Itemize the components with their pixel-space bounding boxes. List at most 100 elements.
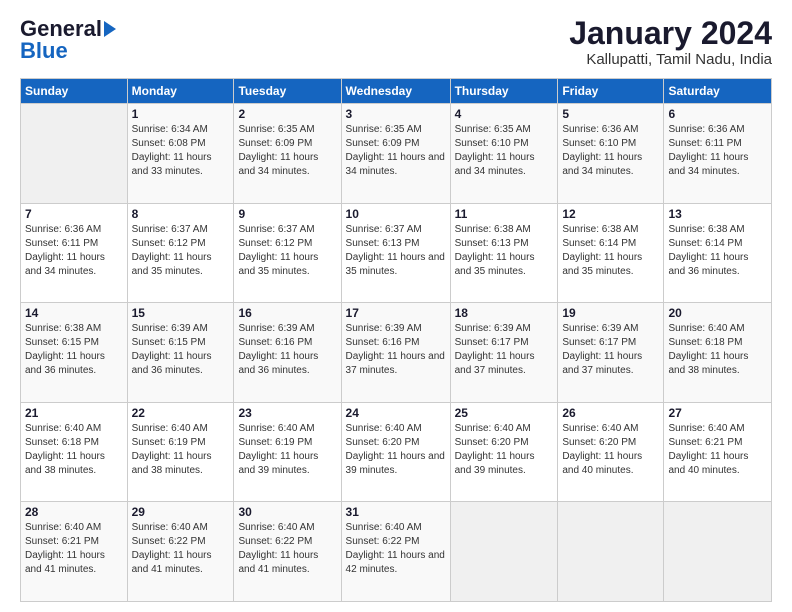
day-number: 26 xyxy=(562,406,659,420)
day-number: 31 xyxy=(346,505,446,519)
day-cell: 8 Sunrise: 6:37 AMSunset: 6:12 PMDaylight… xyxy=(127,203,234,303)
day-number: 18 xyxy=(455,306,554,320)
day-cell: 27 Sunrise: 6:40 AMSunset: 6:21 PMDayligh… xyxy=(664,402,772,502)
header-monday: Monday xyxy=(127,79,234,104)
day-cell: 19 Sunrise: 6:39 AMSunset: 6:17 PMDayligh… xyxy=(558,303,664,403)
day-info: Sunrise: 6:40 AMSunset: 6:21 PMDaylight:… xyxy=(668,422,767,478)
day-cell: 6 Sunrise: 6:36 AMSunset: 6:11 PMDaylight… xyxy=(664,104,772,204)
day-number: 12 xyxy=(562,207,659,221)
day-number: 22 xyxy=(132,406,230,420)
day-number: 29 xyxy=(132,505,230,519)
day-number: 21 xyxy=(25,406,123,420)
day-info: Sunrise: 6:40 AMSunset: 6:21 PMDaylight:… xyxy=(25,521,123,577)
day-cell: 3 Sunrise: 6:35 AMSunset: 6:09 PMDaylight… xyxy=(341,104,450,204)
header-sunday: Sunday xyxy=(21,79,128,104)
day-cell: 17 Sunrise: 6:39 AMSunset: 6:16 PMDayligh… xyxy=(341,303,450,403)
day-cell: 24 Sunrise: 6:40 AMSunset: 6:20 PMDayligh… xyxy=(341,402,450,502)
day-number: 10 xyxy=(346,207,446,221)
day-info: Sunrise: 6:38 AMSunset: 6:14 PMDaylight:… xyxy=(668,223,767,279)
calendar-body: 1 Sunrise: 6:34 AMSunset: 6:08 PMDaylight… xyxy=(21,104,772,602)
day-cell: 14 Sunrise: 6:38 AMSunset: 6:15 PMDayligh… xyxy=(21,303,128,403)
calendar-header: Sunday Monday Tuesday Wednesday Thursday… xyxy=(21,79,772,104)
day-cell: 11Sunrise: 6:38 AMSunset: 6:13 PMDayligh… xyxy=(450,203,558,303)
day-number: 1 xyxy=(132,107,230,121)
day-cell: 18 Sunrise: 6:39 AMSunset: 6:17 PMDayligh… xyxy=(450,303,558,403)
day-cell: 22 Sunrise: 6:40 AMSunset: 6:19 PMDayligh… xyxy=(127,402,234,502)
day-cell: 5Sunrise: 6:36 AMSunset: 6:10 PMDaylight… xyxy=(558,104,664,204)
day-cell: 2Sunrise: 6:35 AMSunset: 6:09 PMDaylight… xyxy=(234,104,341,204)
day-info: Sunrise: 6:38 AMSunset: 6:15 PMDaylight:… xyxy=(25,322,123,378)
day-cell: 30 Sunrise: 6:40 AMSunset: 6:22 PMDayligh… xyxy=(234,502,341,602)
day-number: 23 xyxy=(238,406,336,420)
day-cell: 16 Sunrise: 6:39 AMSunset: 6:16 PMDayligh… xyxy=(234,303,341,403)
day-info: Sunrise: 6:36 AMSunset: 6:10 PMDaylight:… xyxy=(562,123,659,179)
page: General Blue January 2024 Kallupatti, Ta… xyxy=(0,0,792,612)
header: General Blue January 2024 Kallupatti, Ta… xyxy=(20,16,772,68)
subtitle: Kallupatti, Tamil Nadu, India xyxy=(569,51,772,68)
day-number: 24 xyxy=(346,406,446,420)
day-info: Sunrise: 6:40 AMSunset: 6:18 PMDaylight:… xyxy=(668,322,767,378)
day-cell: 29 Sunrise: 6:40 AMSunset: 6:22 PMDayligh… xyxy=(127,502,234,602)
day-cell: 25Sunrise: 6:40 AMSunset: 6:20 PMDayligh… xyxy=(450,402,558,502)
day-info: Sunrise: 6:40 AMSunset: 6:20 PMDaylight:… xyxy=(346,422,446,478)
day-number: 16 xyxy=(238,306,336,320)
day-number: 13 xyxy=(668,207,767,221)
day-info: Sunrise: 6:35 AMSunset: 6:10 PMDaylight:… xyxy=(455,123,554,179)
day-number: 3 xyxy=(346,107,446,121)
calendar-table: Sunday Monday Tuesday Wednesday Thursday… xyxy=(20,78,772,602)
day-number: 14 xyxy=(25,306,123,320)
header-row: Sunday Monday Tuesday Wednesday Thursday… xyxy=(21,79,772,104)
day-info: Sunrise: 6:39 AMSunset: 6:16 PMDaylight:… xyxy=(346,322,446,378)
day-number: 2 xyxy=(238,107,336,121)
day-cell: 13 Sunrise: 6:38 AMSunset: 6:14 PMDayligh… xyxy=(664,203,772,303)
day-info: Sunrise: 6:39 AMSunset: 6:16 PMDaylight:… xyxy=(238,322,336,378)
header-friday: Friday xyxy=(558,79,664,104)
day-info: Sunrise: 6:40 AMSunset: 6:22 PMDaylight:… xyxy=(238,521,336,577)
day-cell xyxy=(664,502,772,602)
day-cell xyxy=(21,104,128,204)
day-info: Sunrise: 6:39 AMSunset: 6:17 PMDaylight:… xyxy=(455,322,554,378)
day-info: Sunrise: 6:38 AMSunset: 6:13 PMDaylight:… xyxy=(455,223,554,279)
day-info: Sunrise: 6:40 AMSunset: 6:19 PMDaylight:… xyxy=(238,422,336,478)
day-info: Sunrise: 6:39 AMSunset: 6:15 PMDaylight:… xyxy=(132,322,230,378)
day-info: Sunrise: 6:34 AMSunset: 6:08 PMDaylight:… xyxy=(132,123,230,179)
week-row-3: 14 Sunrise: 6:38 AMSunset: 6:15 PMDayligh… xyxy=(21,303,772,403)
header-wednesday: Wednesday xyxy=(341,79,450,104)
header-saturday: Saturday xyxy=(664,79,772,104)
day-info: Sunrise: 6:40 AMSunset: 6:22 PMDaylight:… xyxy=(132,521,230,577)
day-cell: 21 Sunrise: 6:40 AMSunset: 6:18 PMDayligh… xyxy=(21,402,128,502)
day-number: 17 xyxy=(346,306,446,320)
day-number: 30 xyxy=(238,505,336,519)
day-info: Sunrise: 6:37 AMSunset: 6:13 PMDaylight:… xyxy=(346,223,446,279)
day-info: Sunrise: 6:35 AMSunset: 6:09 PMDaylight:… xyxy=(346,123,446,179)
day-info: Sunrise: 6:40 AMSunset: 6:20 PMDaylight:… xyxy=(562,422,659,478)
title-block: January 2024 Kallupatti, Tamil Nadu, Ind… xyxy=(569,16,772,68)
logo-blue: Blue xyxy=(20,38,68,64)
day-number: 27 xyxy=(668,406,767,420)
day-info: Sunrise: 6:40 AMSunset: 6:22 PMDaylight:… xyxy=(346,521,446,577)
day-cell: 23 Sunrise: 6:40 AMSunset: 6:19 PMDayligh… xyxy=(234,402,341,502)
day-info: Sunrise: 6:39 AMSunset: 6:17 PMDaylight:… xyxy=(562,322,659,378)
day-number: 6 xyxy=(668,107,767,121)
day-info: Sunrise: 6:37 AMSunset: 6:12 PMDaylight:… xyxy=(132,223,230,279)
day-number: 19 xyxy=(562,306,659,320)
day-cell: 7Sunrise: 6:36 AMSunset: 6:11 PMDaylight… xyxy=(21,203,128,303)
week-row-5: 28Sunrise: 6:40 AMSunset: 6:21 PMDayligh… xyxy=(21,502,772,602)
week-row-1: 1 Sunrise: 6:34 AMSunset: 6:08 PMDaylight… xyxy=(21,104,772,204)
day-cell: 28Sunrise: 6:40 AMSunset: 6:21 PMDayligh… xyxy=(21,502,128,602)
day-info: Sunrise: 6:37 AMSunset: 6:12 PMDaylight:… xyxy=(238,223,336,279)
day-cell xyxy=(558,502,664,602)
week-row-2: 7Sunrise: 6:36 AMSunset: 6:11 PMDaylight… xyxy=(21,203,772,303)
main-title: January 2024 xyxy=(569,16,772,51)
day-number: 8 xyxy=(132,207,230,221)
day-cell: 9 Sunrise: 6:37 AMSunset: 6:12 PMDaylight… xyxy=(234,203,341,303)
day-info: Sunrise: 6:40 AMSunset: 6:19 PMDaylight:… xyxy=(132,422,230,478)
day-info: Sunrise: 6:40 AMSunset: 6:18 PMDaylight:… xyxy=(25,422,123,478)
day-number: 15 xyxy=(132,306,230,320)
day-info: Sunrise: 6:36 AMSunset: 6:11 PMDaylight:… xyxy=(668,123,767,179)
day-cell: 20Sunrise: 6:40 AMSunset: 6:18 PMDayligh… xyxy=(664,303,772,403)
day-cell: 26 Sunrise: 6:40 AMSunset: 6:20 PMDayligh… xyxy=(558,402,664,502)
day-cell: 15 Sunrise: 6:39 AMSunset: 6:15 PMDayligh… xyxy=(127,303,234,403)
day-number: 9 xyxy=(238,207,336,221)
day-cell: 31 Sunrise: 6:40 AMSunset: 6:22 PMDayligh… xyxy=(341,502,450,602)
